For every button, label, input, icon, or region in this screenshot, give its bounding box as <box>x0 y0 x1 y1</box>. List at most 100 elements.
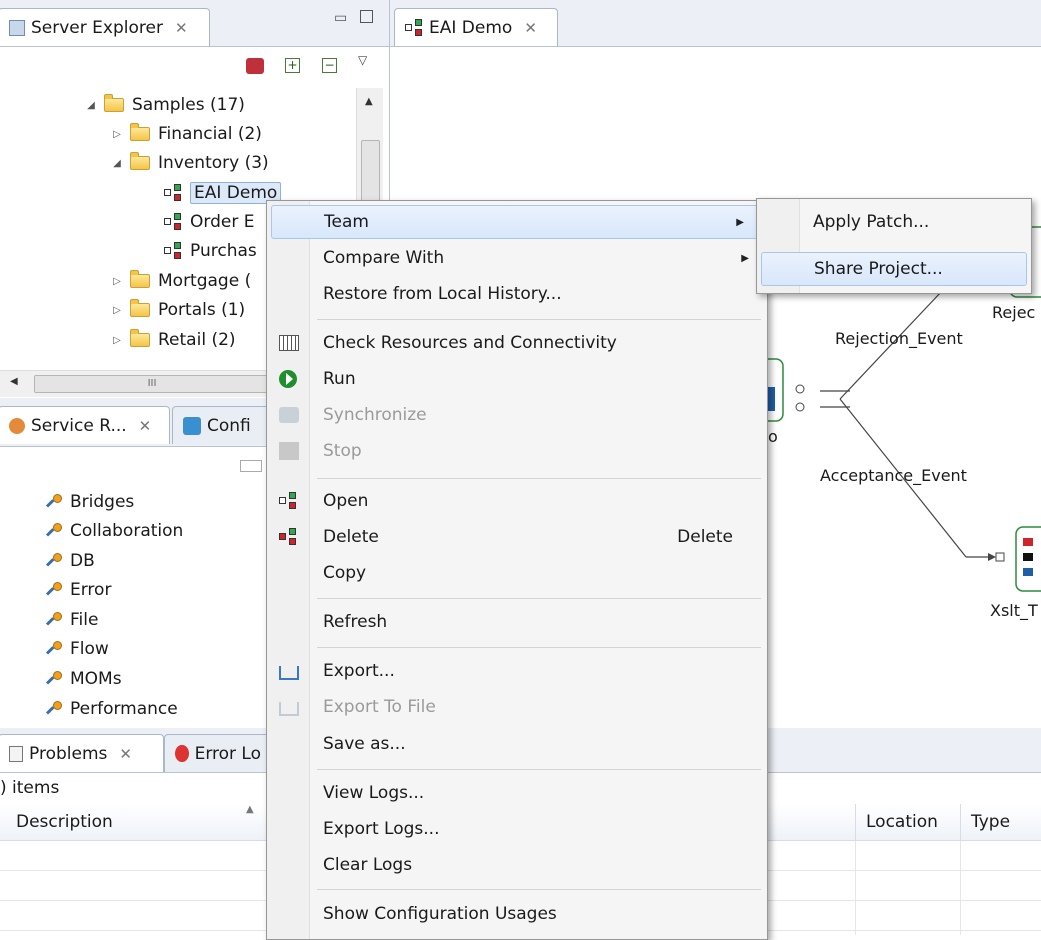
tree-item-mortgage[interactable]: ▷ Mortgage ( <box>112 267 251 295</box>
list-item[interactable]: Performance <box>46 695 178 723</box>
close-icon[interactable]: ✕ <box>175 19 188 37</box>
menu-item-label: Team <box>324 212 369 232</box>
menu-item-save-as[interactable]: Save as... <box>267 727 767 761</box>
menu-item-export-logs[interactable]: Export Logs... <box>267 812 767 846</box>
expanded-arrow-icon[interactable]: ◢ <box>86 100 96 111</box>
tree-item-inventory[interactable]: ◢ Inventory (3) <box>112 149 269 177</box>
list-item[interactable]: Error <box>46 576 111 604</box>
collapsed-arrow-icon[interactable]: ▷ <box>112 335 122 346</box>
menu-item-run[interactable]: Run <box>267 362 767 396</box>
tab-service-repository[interactable]: Service R... ✕ <box>0 406 170 444</box>
scroll-left-icon[interactable]: ◀ <box>10 376 18 387</box>
menu-item-label: Share Project... <box>814 259 943 279</box>
sync-icon <box>279 407 299 423</box>
menu-item-view-logs[interactable]: View Logs... <box>267 776 767 810</box>
menu-item-share-project[interactable]: Share Project... <box>761 252 1027 286</box>
collapsed-arrow-icon[interactable]: ▷ <box>112 129 122 140</box>
close-icon[interactable]: ✕ <box>524 19 537 37</box>
flow-icon <box>405 18 423 37</box>
tree-item-eai-demo[interactable]: EAI Demo <box>164 179 282 207</box>
menu-item-team[interactable]: Team ▶ <box>271 205 763 239</box>
list-item[interactable]: Collaboration <box>46 517 183 545</box>
column-divider <box>855 804 856 840</box>
tab-server-explorer[interactable]: Server Explorer ✕ <box>0 8 210 46</box>
menu-item-export[interactable]: Export... <box>267 654 767 688</box>
menu-item-clear-logs[interactable]: Clear Logs <box>267 848 767 882</box>
problems-count: ) items <box>0 778 60 798</box>
service-key-icon <box>46 671 62 687</box>
collapse-all-icon[interactable]: − <box>322 58 337 73</box>
list-item-label: Bridges <box>70 492 135 512</box>
menu-item-apply-patch[interactable]: Apply Patch... <box>757 205 1031 239</box>
menu-item-label: Restore from Local History... <box>323 284 562 304</box>
menu-item-open[interactable]: Open <box>267 484 767 518</box>
menu-item-restore-local-history[interactable]: Restore from Local History... <box>267 277 767 311</box>
tree-item-samples[interactable]: ◢ Samples (17) <box>86 91 245 119</box>
list-item[interactable]: MOMs <box>46 665 122 693</box>
sort-up-icon: ▲ <box>246 804 254 815</box>
list-item[interactable]: File <box>46 606 98 634</box>
menu-separator <box>317 769 761 770</box>
collapsed-arrow-icon[interactable]: ▷ <box>112 276 122 287</box>
team-submenu: Apply Patch... Share Project... <box>756 198 1032 294</box>
menu-item-compare-with[interactable]: Compare With ▶ <box>267 241 767 275</box>
export-file-icon <box>279 702 299 716</box>
expanded-arrow-icon[interactable]: ◢ <box>112 158 122 169</box>
tab-eai-demo[interactable]: EAI Demo ✕ <box>394 8 558 46</box>
scroll-up-icon[interactable]: ▲ <box>365 96 373 107</box>
flow-icon <box>279 492 299 512</box>
toolbar-action-icon[interactable] <box>240 460 262 472</box>
service-repo-icon <box>9 417 25 434</box>
menu-item-accelerator: Delete <box>677 527 733 547</box>
list-item-label: Flow <box>70 639 109 659</box>
menu-item-label: Export Logs... <box>323 819 440 839</box>
expand-all-icon[interactable]: + <box>285 58 300 73</box>
list-item[interactable]: Flow <box>46 635 109 663</box>
menu-separator <box>317 319 761 320</box>
minimize-icon[interactable]: ▭ <box>334 10 347 26</box>
tab-error-log[interactable]: Error Lo <box>164 734 272 772</box>
scroll-thumb[interactable] <box>361 140 380 202</box>
column-divider <box>960 841 961 935</box>
tree-horizontal-scrollbar[interactable]: ◀ III <box>0 370 270 397</box>
tree-item-label: Inventory (3) <box>158 153 269 173</box>
collapsed-arrow-icon[interactable]: ▷ <box>112 305 122 316</box>
menu-item-copy[interactable]: Copy <box>267 556 767 590</box>
rejection-event-label: Rejection_Event <box>835 329 963 348</box>
column-divider <box>855 841 856 935</box>
menu-item-refresh[interactable]: Refresh <box>267 605 767 639</box>
tab-configuration[interactable]: Confi <box>172 406 272 444</box>
menu-item-label: View Logs... <box>323 783 425 803</box>
column-header-location[interactable]: Location <box>866 812 938 832</box>
tab-error-log-label: Error Lo <box>194 743 261 764</box>
view-menu-icon[interactable]: ▽ <box>358 53 367 67</box>
maximize-icon[interactable] <box>360 10 373 23</box>
close-icon[interactable]: ✕ <box>139 417 152 435</box>
tab-service-repository-label: Service R... <box>31 415 127 436</box>
tree-item-financial[interactable]: ▷ Financial (2) <box>112 120 262 148</box>
new-server-icon[interactable] <box>246 58 264 74</box>
folder-icon <box>130 123 150 141</box>
tab-problems[interactable]: Problems ✕ <box>0 734 164 772</box>
xslt-node-label: Xslt_T <box>990 601 1038 620</box>
tree-item-purchase[interactable]: Purchas <box>164 237 257 265</box>
tree-item-retail[interactable]: ▷ Retail (2) <box>112 326 236 354</box>
list-item[interactable]: DB <box>46 547 95 575</box>
server-explorer-icon <box>9 19 25 36</box>
menu-item-stop: Stop <box>267 434 767 468</box>
column-header-description[interactable]: Description <box>16 812 113 832</box>
tree-item-label: Mortgage ( <box>158 271 252 291</box>
close-icon[interactable]: ✕ <box>119 745 132 763</box>
xslt-node-blue <box>1023 568 1033 576</box>
menu-item-delete[interactable]: Delete Delete <box>267 520 767 554</box>
menu-item-show-configuration-usages[interactable]: Show Configuration Usages <box>267 897 767 931</box>
column-header-type[interactable]: Type <box>971 812 1010 832</box>
delete-flow-icon <box>279 528 299 548</box>
service-key-icon <box>46 641 62 657</box>
reject-node-label: Rejec <box>992 303 1036 322</box>
horizontal-scroll-thumb[interactable]: III <box>34 375 270 393</box>
menu-item-check-resources[interactable]: Check Resources and Connectivity <box>267 326 767 360</box>
tree-item-order[interactable]: Order E <box>164 208 254 236</box>
list-item[interactable]: Bridges <box>46 488 134 516</box>
tree-item-portals[interactable]: ▷ Portals (1) <box>112 296 245 324</box>
